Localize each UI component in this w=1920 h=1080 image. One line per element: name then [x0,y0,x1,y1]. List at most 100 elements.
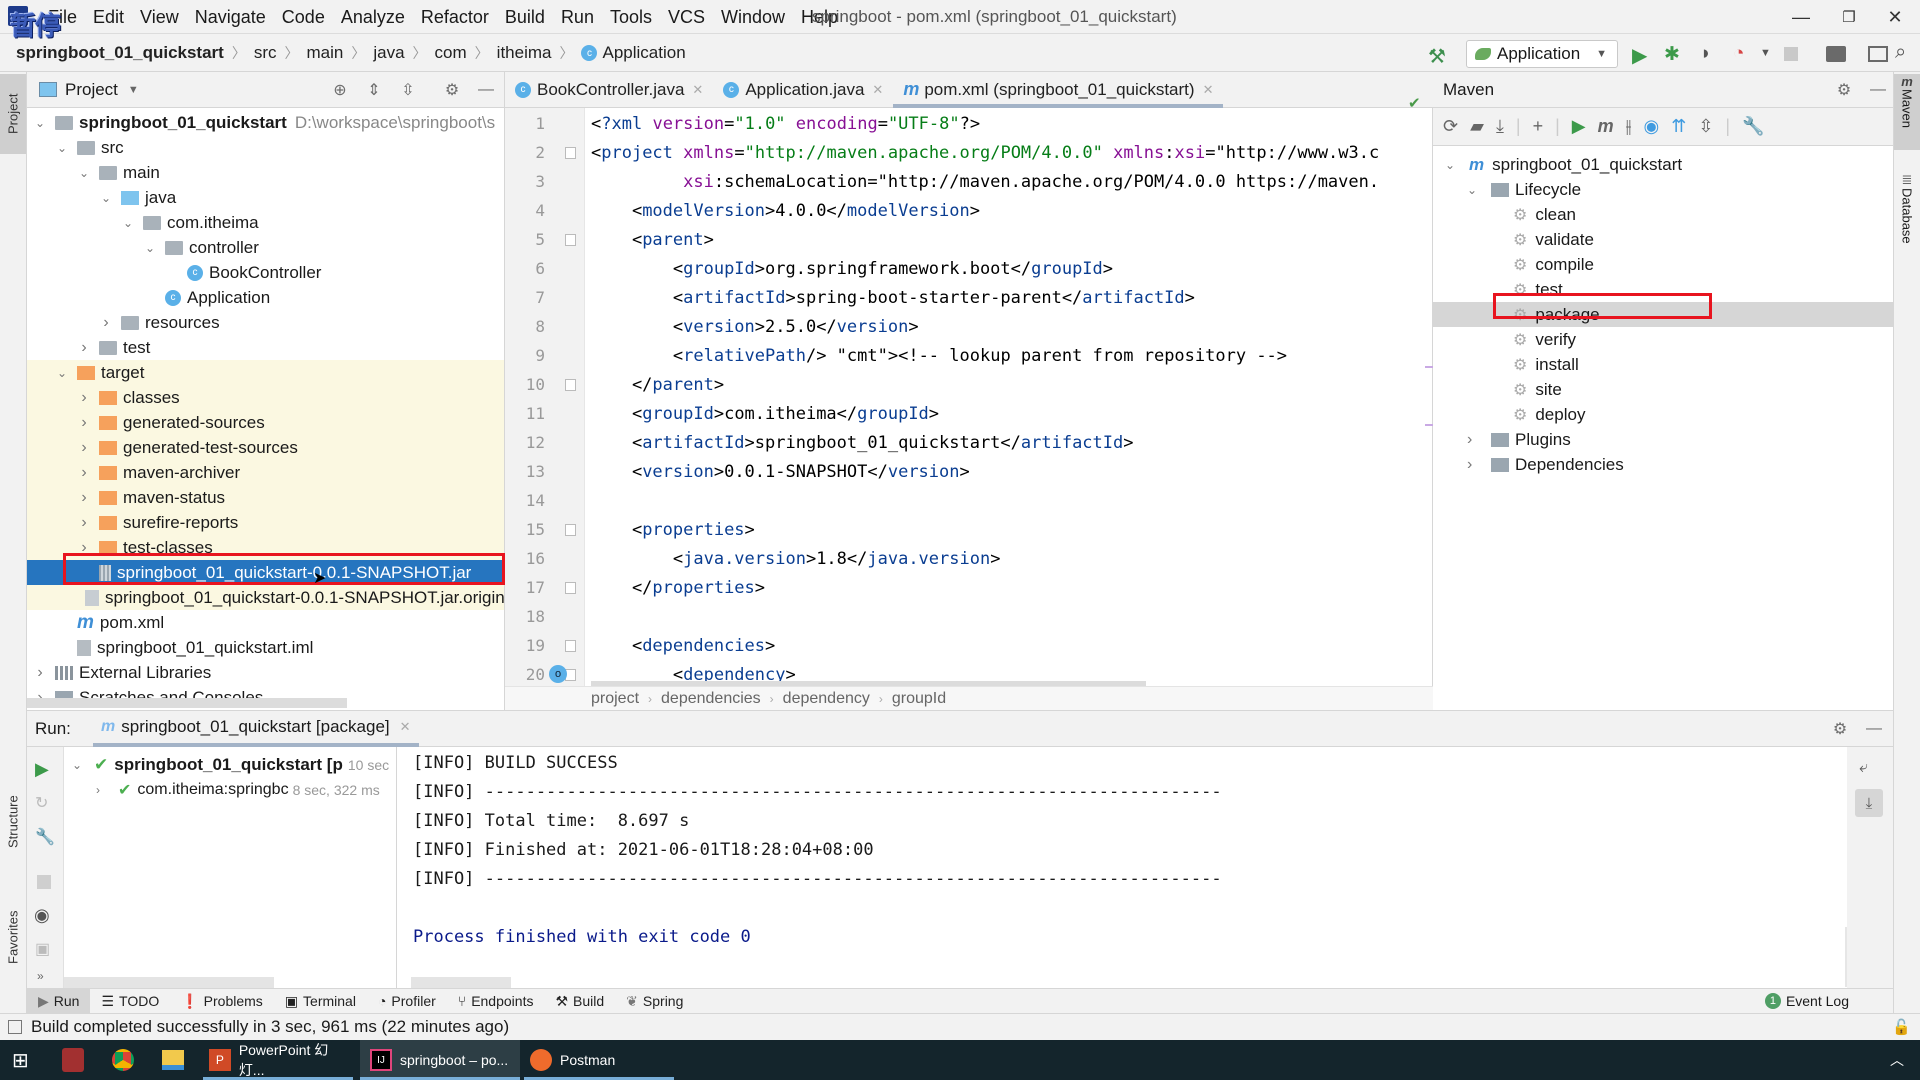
run-maven-build-icon[interactable]: ▶ [1572,116,1586,137]
maven-goal-validate[interactable]: ⚙ validate [1433,227,1893,252]
tool-tab-build[interactable]: ⚒ Build [544,989,615,1014]
tree-item[interactable]: springboot_01_quickstart.iml [27,635,504,660]
breadcrumb-item[interactable]: java [373,43,404,63]
maven-goal-compile[interactable]: ⚙ compile [1433,252,1893,277]
maven-goal-install[interactable]: ⚙ install [1433,352,1893,377]
tree-item[interactable]: › External Libraries [27,660,504,685]
project-tool-tab[interactable]: Project [0,74,26,154]
breadcrumb-item[interactable]: src [254,43,277,63]
menu-view[interactable]: View [132,7,187,28]
minimize-button[interactable]: — [1778,4,1824,30]
breadcrumb-item[interactable]: itheima [497,43,552,63]
run-icon[interactable]: ▶ [1632,43,1647,68]
close-tab-icon[interactable]: ✕ [692,82,703,98]
camera-icon[interactable]: ▣ [35,939,50,959]
execute-goal-icon[interactable]: m [1598,116,1614,137]
file-explorer-icon[interactable] [162,1050,184,1070]
tree-item[interactable]: ⌄ target [27,360,504,385]
debug-icon[interactable]: ✱ [1664,43,1680,66]
search-icon[interactable]: ⌕ [1895,41,1906,64]
tree-item[interactable]: › surefire-reports [27,510,504,535]
editor-breadcrumb-item[interactable]: project [591,690,639,708]
skip-tests-icon[interactable]: ⫲ [1626,116,1632,137]
structure-tool-tab[interactable]: Structure [0,772,26,872]
gear-icon[interactable]: ⚙ [1833,79,1855,101]
status-message[interactable]: Build completed successfully in 3 sec, 9… [31,1017,509,1037]
editor-breadcrumb-item[interactable]: dependency [783,690,870,708]
gear-icon[interactable]: ⚙ [1829,718,1851,740]
tree-item[interactable]: › generated-test-sources [27,435,504,460]
app-taskbar-icon[interactable] [62,1048,84,1072]
breadcrumb-item[interactable]: Application [602,43,685,63]
breadcrumb-item[interactable]: main [307,43,344,63]
menu-window[interactable]: Window [713,7,793,28]
stop-icon[interactable] [37,875,51,889]
add-icon[interactable]: + [1533,116,1544,137]
collapse-all-icon[interactable]: ⇳ [1698,116,1713,137]
project-structure-icon[interactable] [1826,46,1846,62]
more-icon[interactable]: » [37,969,44,983]
menu-navigate[interactable]: Navigate [187,7,274,28]
terminal-icon[interactable] [1868,46,1888,62]
rerun-icon[interactable]: ▶ [35,759,49,780]
tree-item[interactable]: › maven-archiver [27,460,504,485]
minimize-panel-icon[interactable]: — [1867,79,1889,101]
chrome-icon[interactable] [112,1049,134,1071]
run-tree-item[interactable]: › ✔ com.itheima:springbc 8 sec, 322 ms [96,778,380,802]
maven-goal-test[interactable]: ⚙ test [1433,277,1893,302]
code-area[interactable]: <?xml version="1.0" encoding="UTF-8"?> <p… [505,108,1433,686]
maven-lifecycle-node[interactable]: ⌄ Lifecycle [1433,177,1893,202]
menu-run[interactable]: Run [553,7,602,28]
maven-goal-package[interactable]: ⚙ package [1433,302,1893,327]
menu-tools[interactable]: Tools [602,7,660,28]
generate-sources-icon[interactable]: ▰ [1470,116,1484,137]
scroll-to-end-icon[interactable]: ⤓ [1855,789,1883,817]
maven-goal-verify[interactable]: ⚙ verify [1433,327,1893,352]
editor-breadcrumb-item[interactable]: dependencies [661,690,761,708]
tree-item[interactable]: › classes [27,385,504,410]
tree-item[interactable]: › resources [27,310,504,335]
tool-tab-todo[interactable]: ☰ TODO [90,989,170,1014]
tree-item[interactable]: c BookController [27,260,504,285]
menu-vcs[interactable]: VCS [660,7,713,28]
expand-all-icon[interactable]: ⇕ [363,79,385,101]
windows-start-icon[interactable]: ⊞ [12,1040,29,1080]
coverage-icon[interactable]: ◗ [1700,43,1711,65]
maven-dependencies-node[interactable]: › Dependencies [1433,452,1893,477]
minimize-panel-icon[interactable]: — [1863,718,1885,740]
tool-tab-terminal[interactable]: ▣ Terminal [274,989,367,1014]
profile-icon[interactable]: ◔ [1733,43,1744,65]
eye-icon[interactable]: ◉ [34,905,50,926]
console-output[interactable]: [INFO] BUILD SUCCESS [INFO] -------------… [397,747,1827,989]
tab-application[interactable]: c Application.java ✕ [713,72,893,108]
tool-tab-spring[interactable]: ❦ Spring [615,989,694,1014]
wrench-icon[interactable]: 🔧 [1742,116,1764,137]
tree-item[interactable]: ⌄ src [27,135,504,160]
tree-item[interactable]: springboot_01_quickstart-0.0.1-SNAPSHOT.… [27,560,504,585]
taskbar-powerpoint[interactable]: P PowerPoint 幻灯... [203,1040,353,1080]
tab-pom-xml[interactable]: m pom.xml (springboot_01_quickstart) ✕ [893,72,1224,108]
minimize-panel-icon[interactable]: — [475,79,497,101]
tree-item[interactable]: ⌄ main [27,160,504,185]
tree-item[interactable]: › test [27,335,504,360]
collapse-all-icon[interactable]: ⇳ [397,79,419,101]
download-icon[interactable]: ⤓ [1496,116,1504,137]
show-dependencies-icon[interactable]: ⇈ [1671,116,1686,137]
project-view-title[interactable]: Project [65,80,118,100]
inspection-ok-icon[interactable]: ✔ [1408,94,1421,112]
event-log-button[interactable]: 1 Event Log [1764,993,1849,1009]
tree-item[interactable]: › generated-sources [27,410,504,435]
tree-item[interactable]: › maven-status [27,485,504,510]
maven-goal-site[interactable]: ⚙ site [1433,377,1893,402]
favorites-tool-tab[interactable]: Favorites [0,887,26,987]
toggle-tool-windows-icon[interactable] [8,1020,22,1034]
locate-icon[interactable]: ⊕ [329,79,351,101]
restore-button[interactable]: ❐ [1826,4,1872,30]
breadcrumb-item[interactable]: springboot_01_quickstart [16,43,224,63]
editor-breadcrumb-item[interactable]: groupId [892,690,946,708]
menu-edit[interactable]: Edit [85,7,132,28]
chevron-down-icon[interactable]: ▼ [128,84,139,96]
menu-refactor[interactable]: Refactor [413,7,497,28]
close-tab-icon[interactable]: ✕ [400,719,411,735]
menu-analyze[interactable]: Analyze [333,7,413,28]
